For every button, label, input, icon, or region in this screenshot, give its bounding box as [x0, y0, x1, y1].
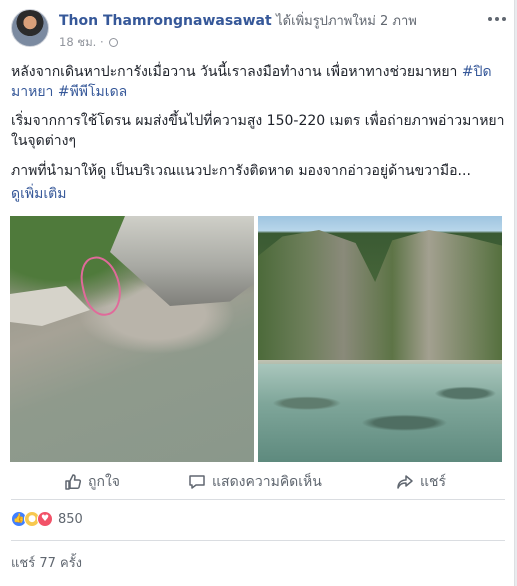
comment-label: แสดงความคิดเห็น — [212, 474, 322, 490]
photo-grid — [10, 216, 502, 462]
post-paragraph-1: หลังจากเดินหาปะการังเมื่อวาน วันนี้เราลง… — [11, 62, 507, 102]
photo-cliff — [110, 216, 254, 306]
share-button[interactable]: แชร์ — [396, 471, 446, 493]
post-time[interactable]: 18 ชม. — [59, 35, 96, 49]
divider — [11, 499, 505, 500]
more-options-button[interactable] — [488, 14, 508, 24]
globe-icon — [109, 38, 119, 47]
divider — [11, 540, 505, 541]
reactions-summary[interactable]: 👍 ● ♥ 850 — [11, 511, 83, 527]
speech-bubble-icon — [189, 475, 205, 489]
share-count[interactable]: แชร์ 77 ครั้ง — [11, 552, 82, 573]
post-meta: 18 ชม. · — [59, 34, 119, 52]
post-actions-bar: ถูกใจ แสดงความคิดเห็น แชร์ — [0, 468, 515, 496]
comment-button[interactable]: แสดงความคิดเห็น — [188, 471, 322, 493]
post-paragraph-2: เริ่มจากการใช้โดรน ผมส่งขึ้นไปที่ความสูง… — [11, 113, 505, 149]
more-dot — [495, 17, 499, 21]
see-more-link[interactable]: ดูเพิ่มเติม — [11, 184, 507, 204]
love-reaction-icon: ♥ — [37, 511, 53, 527]
paragraph-text: หลังจากเดินหาปะการังเมื่อวาน วันนี้เราลง… — [11, 64, 462, 80]
like-label: ถูกใจ — [88, 474, 120, 490]
drone-photo-reef[interactable] — [10, 216, 254, 462]
photo-cliffs — [258, 230, 502, 360]
reaction-count: 850 — [58, 511, 83, 527]
hashtag-link[interactable]: #พีพีโมเดล — [58, 84, 127, 100]
meta-separator: · — [100, 35, 104, 49]
share-arrow-icon — [397, 475, 413, 489]
author-avatar[interactable] — [11, 9, 49, 47]
photo-water — [258, 364, 502, 462]
photo-sand — [10, 286, 90, 326]
author-name[interactable]: Thon Thamrongnawasawat — [59, 13, 272, 29]
post-paragraph-3: ภาพที่นำมาให้ดู เป็นบริเวณแนวปะการังติดห… — [11, 163, 471, 179]
thumbs-up-icon — [65, 474, 82, 490]
more-dot — [488, 17, 492, 21]
share-label: แชร์ — [420, 474, 447, 490]
post-action-text: ได้เพิ่มรูปภาพใหม่ 2 ภาพ — [276, 14, 417, 29]
post-card: Thon Thamrongnawasawat ได้เพิ่มรูปภาพใหม… — [0, 0, 515, 586]
more-dot — [502, 17, 506, 21]
post-header: Thon Thamrongnawasawat ได้เพิ่มรูปภาพใหม… — [59, 10, 417, 31]
like-button[interactable]: ถูกใจ — [64, 471, 120, 493]
bay-photo-water[interactable] — [258, 216, 502, 462]
